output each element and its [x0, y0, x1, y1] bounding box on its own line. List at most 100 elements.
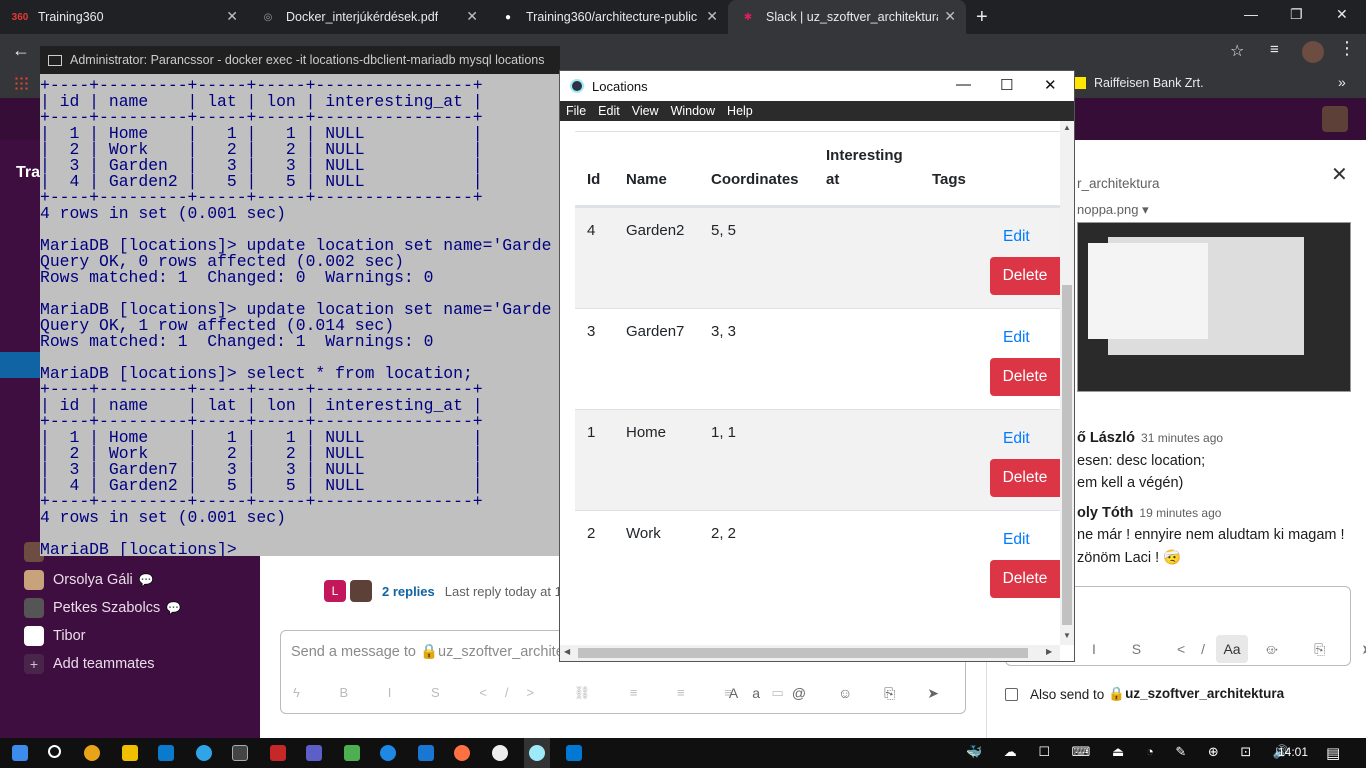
scroll-up-icon[interactable]: ▲ — [1063, 123, 1071, 132]
close-tab-icon[interactable]: ✕ — [226, 8, 238, 25]
locations-table: Id Name Coordinates Interesting at Tags … — [560, 121, 1060, 645]
composer-actions[interactable]: Aa @ ☺ ⎘ ➤ — [729, 685, 953, 702]
menu-view[interactable]: View — [626, 104, 665, 118]
tab-label: Training360/architecture-public — [526, 10, 698, 24]
close-icon[interactable]: ✕ — [1331, 162, 1348, 187]
file-name[interactable]: noppa.png ▾ — [1077, 202, 1149, 218]
user-avatar[interactable] — [1322, 106, 1348, 132]
edit-link[interactable]: Edit — [1003, 430, 1030, 448]
vertical-scrollbar[interactable]: ▲ ▼ — [1060, 121, 1074, 645]
chrome-icon[interactable] — [84, 745, 100, 761]
delete-button[interactable]: Delete — [990, 560, 1060, 598]
edge-icon[interactable] — [196, 745, 212, 761]
menu-edit[interactable]: Edit — [592, 104, 626, 118]
terminal-icon[interactable] — [232, 745, 248, 761]
thread-replies[interactable]: L 2 replies Last reply today at 1: — [324, 580, 565, 602]
close-window-icon[interactable]: ✕ — [1336, 6, 1348, 23]
minimize-icon[interactable]: — — [1244, 6, 1258, 22]
scrollbar-thumb[interactable] — [1062, 285, 1072, 625]
cell-coordinates: 3, 3 — [711, 323, 737, 340]
notification-icon[interactable]: ▤ — [1326, 744, 1340, 762]
close-tab-icon[interactable]: ✕ — [466, 8, 478, 25]
edit-link[interactable]: Edit — [1003, 228, 1030, 246]
bookmark-star-icon[interactable]: ☆ — [1230, 41, 1244, 61]
maximize-icon[interactable]: ☐ — [1000, 76, 1013, 94]
app-icon[interactable] — [454, 745, 470, 761]
tab-training360[interactable]: 360 Training360 ✕ — [0, 0, 248, 34]
delete-button[interactable]: Delete — [990, 358, 1060, 396]
menu-help[interactable]: Help — [721, 104, 759, 118]
file-explorer-icon[interactable] — [122, 745, 138, 761]
close-tab-icon[interactable]: ✕ — [706, 8, 718, 25]
scroll-left-icon[interactable]: ◀ — [564, 647, 570, 656]
image-attachment[interactable] — [1077, 222, 1351, 392]
tab-docker-pdf[interactable]: ◎ Docker_interjúkérdések.pdf ✕ — [248, 0, 488, 34]
replies-count[interactable]: 2 replies — [382, 584, 435, 599]
clock[interactable]: 14:01 — [1278, 745, 1308, 759]
app-icon[interactable] — [492, 745, 508, 761]
search-icon[interactable] — [48, 745, 61, 758]
format-toggle-button[interactable]: Aa — [1216, 635, 1248, 663]
cmd-title-bar[interactable]: Administrator: Parancssor - docker exec … — [40, 46, 560, 74]
tab-github[interactable]: ● Training360/architecture-public ✕ — [488, 0, 728, 34]
edit-link[interactable]: Edit — [1003, 531, 1030, 549]
terminal-output[interactable]: +----+---------+-----+-----+------------… — [40, 77, 551, 556]
column-header-interesting-at: Interesting — [826, 147, 903, 164]
media-control-icon[interactable]: ≡ — [1270, 41, 1279, 58]
start-icon[interactable] — [12, 745, 28, 761]
bookmark-raiffeisen[interactable]: Raiffeisen Bank Zrt. — [1074, 76, 1204, 90]
app-icon[interactable] — [380, 745, 396, 761]
formatting-toolbar[interactable]: ϟ B I S </> ⛓ ≡ ≡ ≡ ▭ — [293, 685, 802, 701]
electron-icon[interactable] — [529, 745, 545, 761]
close-tab-icon[interactable]: ✕ — [944, 8, 956, 25]
command-prompt-window[interactable]: Administrator: Parancssor - docker exec … — [40, 46, 560, 556]
menu-window[interactable]: Window — [665, 104, 721, 118]
dm-tibor[interactable]: Tibor — [24, 624, 86, 648]
close-icon[interactable]: ✕ — [1044, 76, 1057, 94]
edit-link[interactable]: Edit — [1003, 329, 1030, 347]
restore-icon[interactable]: ❐ — [1290, 6, 1303, 23]
scroll-down-icon[interactable]: ▼ — [1063, 631, 1071, 640]
locations-window[interactable]: Locations — ☐ ✕ File Edit View Window He… — [559, 70, 1075, 662]
more-menu-icon[interactable]: ⋮ — [1338, 38, 1356, 59]
mail-icon[interactable] — [566, 745, 582, 761]
also-send-checkbox[interactable] — [1005, 687, 1018, 701]
add-teammates-label: Add teammates — [53, 656, 155, 672]
apps-grid-icon[interactable] — [14, 76, 28, 90]
composer-actions[interactable]: ☺ ⎘ ➤ — [1264, 641, 1366, 658]
app-icon[interactable] — [344, 745, 360, 761]
dm-orsolya[interactable]: Orsolya Gáli 💬 — [24, 568, 154, 592]
window-title: Locations — [592, 78, 648, 94]
bookmarks-overflow-icon[interactable]: » — [1338, 74, 1346, 90]
training360-icon: 360 — [11, 11, 29, 23]
tab-slack[interactable]: ✱ Slack | uz_szoftver_architektura | ✕ — [728, 0, 966, 34]
also-send-option[interactable]: Also send to 🔒uz_szoftver_architektura — [1005, 686, 1284, 702]
horizontal-scrollbar[interactable]: ◀ ▶ — [560, 645, 1060, 661]
shield-icon[interactable] — [418, 745, 434, 761]
tab-label: Docker_interjúkérdések.pdf — [286, 10, 439, 24]
new-tab-button[interactable]: + — [976, 6, 988, 29]
minimize-icon[interactable]: — — [956, 76, 971, 93]
profile-avatar[interactable] — [1302, 41, 1324, 63]
avatar: L — [324, 580, 346, 602]
system-tray[interactable]: 🐳 ☁ ☐ ⌨ ⏏ ◔ ✎ ⊕ ⊡ 🔊 — [966, 744, 1298, 760]
delete-button[interactable]: Delete — [990, 257, 1060, 295]
locations-title-bar[interactable]: Locations — [560, 71, 1074, 101]
avatar — [350, 580, 372, 602]
message-author[interactable]: oly Tóth 19 minutes ago — [1077, 505, 1221, 521]
teams-icon[interactable] — [306, 745, 322, 761]
dm-petkes[interactable]: Petkes Szabolcs 💬 — [24, 596, 181, 620]
app-icon[interactable] — [270, 745, 286, 761]
file-name-text: noppa.png — [1077, 202, 1139, 217]
also-send-channel: 🔒uz_szoftver_architektura — [1108, 686, 1285, 701]
delete-button[interactable]: Delete — [990, 459, 1060, 497]
back-arrow-icon[interactable]: ← — [12, 40, 30, 61]
scroll-right-icon[interactable]: ▶ — [1046, 647, 1052, 656]
scrollbar-thumb[interactable] — [578, 648, 1028, 658]
message-author[interactable]: ő László 31 minutes ago — [1077, 430, 1223, 446]
menu-file[interactable]: File — [560, 104, 592, 118]
avatar — [24, 626, 44, 646]
add-teammates-button[interactable]: + Add teammates — [24, 652, 155, 676]
message-bubble-icon: 💬 — [138, 573, 154, 587]
vscode-icon[interactable] — [158, 745, 174, 761]
